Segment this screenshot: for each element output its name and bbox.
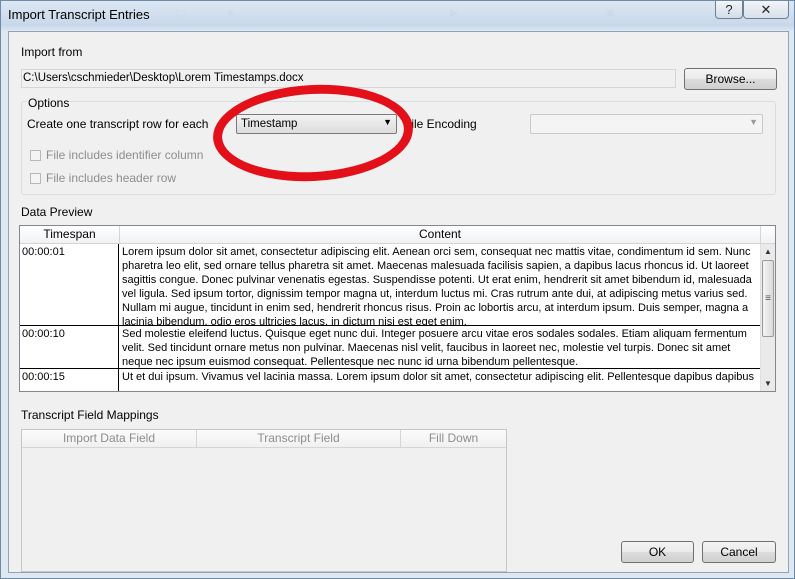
column-header-timespan[interactable]: Timespan [20,226,120,244]
row-type-select[interactable]: Timestamp ▼ [236,114,397,134]
table-row[interactable]: 00:00:15 Ut et dui ipsum. Vivamus vel la… [20,369,761,391]
identifier-column-label: File includes identifier column [46,148,204,162]
row-type-value: Timestamp [241,118,298,130]
file-encoding-select[interactable]: ▼ [530,114,763,134]
cancel-button[interactable]: Cancel [702,541,776,563]
help-button[interactable]: ? [715,1,743,19]
timespan-cell: 00:00:10 [20,326,119,368]
table-row[interactable]: 00:00:01 Lorem ipsum dolor sit amet, con… [20,244,761,326]
import-from-label: Import from [21,45,83,59]
vertical-scrollbar[interactable]: ▲ ≡ ▼ [760,244,775,391]
scroll-up-icon[interactable]: ▲ [761,244,775,259]
content-cell: Lorem ipsum dolor sit amet, consectetur … [122,246,752,325]
data-preview-grid[interactable]: Timespan Content 00:00:01 Lorem ipsum do… [19,225,776,392]
timespan-cell: 00:00:01 [20,244,119,325]
table-row[interactable]: 00:00:10 Sed molestie eleifend luctus. Q… [20,326,761,369]
column-header-import-data-field[interactable]: Import Data Field [22,430,197,448]
field-mappings-grid[interactable]: Import Data Field Transcript Field Fill … [21,429,507,572]
content-cell: Sed molestie eleifend luctus. Quisque eg… [122,328,747,368]
column-header-transcript-field[interactable]: Transcript Field [197,430,401,448]
data-preview-label: Data Preview [21,205,93,219]
file-path-field[interactable]: C:\Users\cschmieder\Desktop\Lorem Timest… [21,69,676,88]
dialog-client-area: Import from C:\Users\cschmieder\Desktop\… [8,31,789,573]
header-row-checkbox[interactable] [30,173,41,184]
scroll-down-icon[interactable]: ▼ [761,376,775,391]
close-icon: ✕ [760,2,772,17]
header-row-label: File includes header row [46,171,177,185]
options-label: Options [27,96,71,110]
column-header-filler [761,226,775,244]
ok-button[interactable]: OK [621,541,694,563]
content-cell: Ut et dui ipsum. Vivamus vel lacinia mas… [122,371,755,383]
chevron-down-icon: ▼ [383,117,392,127]
timespan-cell: 00:00:15 [20,369,119,391]
row-for-each-label: Create one transcript row for each [27,117,209,131]
close-button[interactable]: ✕ [743,1,789,19]
scroll-thumb[interactable]: ≡ [762,260,774,337]
column-header-content[interactable]: Content [120,226,761,244]
identifier-column-checkbox[interactable] [30,150,41,161]
chevron-down-icon: ▼ [749,117,758,127]
field-mappings-label: Transcript Field Mappings [21,408,159,422]
browse-button[interactable]: Browse... [684,68,777,90]
file-encoding-label: File Encoding [404,117,477,131]
import-transcript-dialog: Import Transcript Entries ? ✕ Import fro… [0,0,795,579]
column-header-fill-down[interactable]: Fill Down [401,430,506,448]
dialog-title: Import Transcript Entries [8,7,150,22]
